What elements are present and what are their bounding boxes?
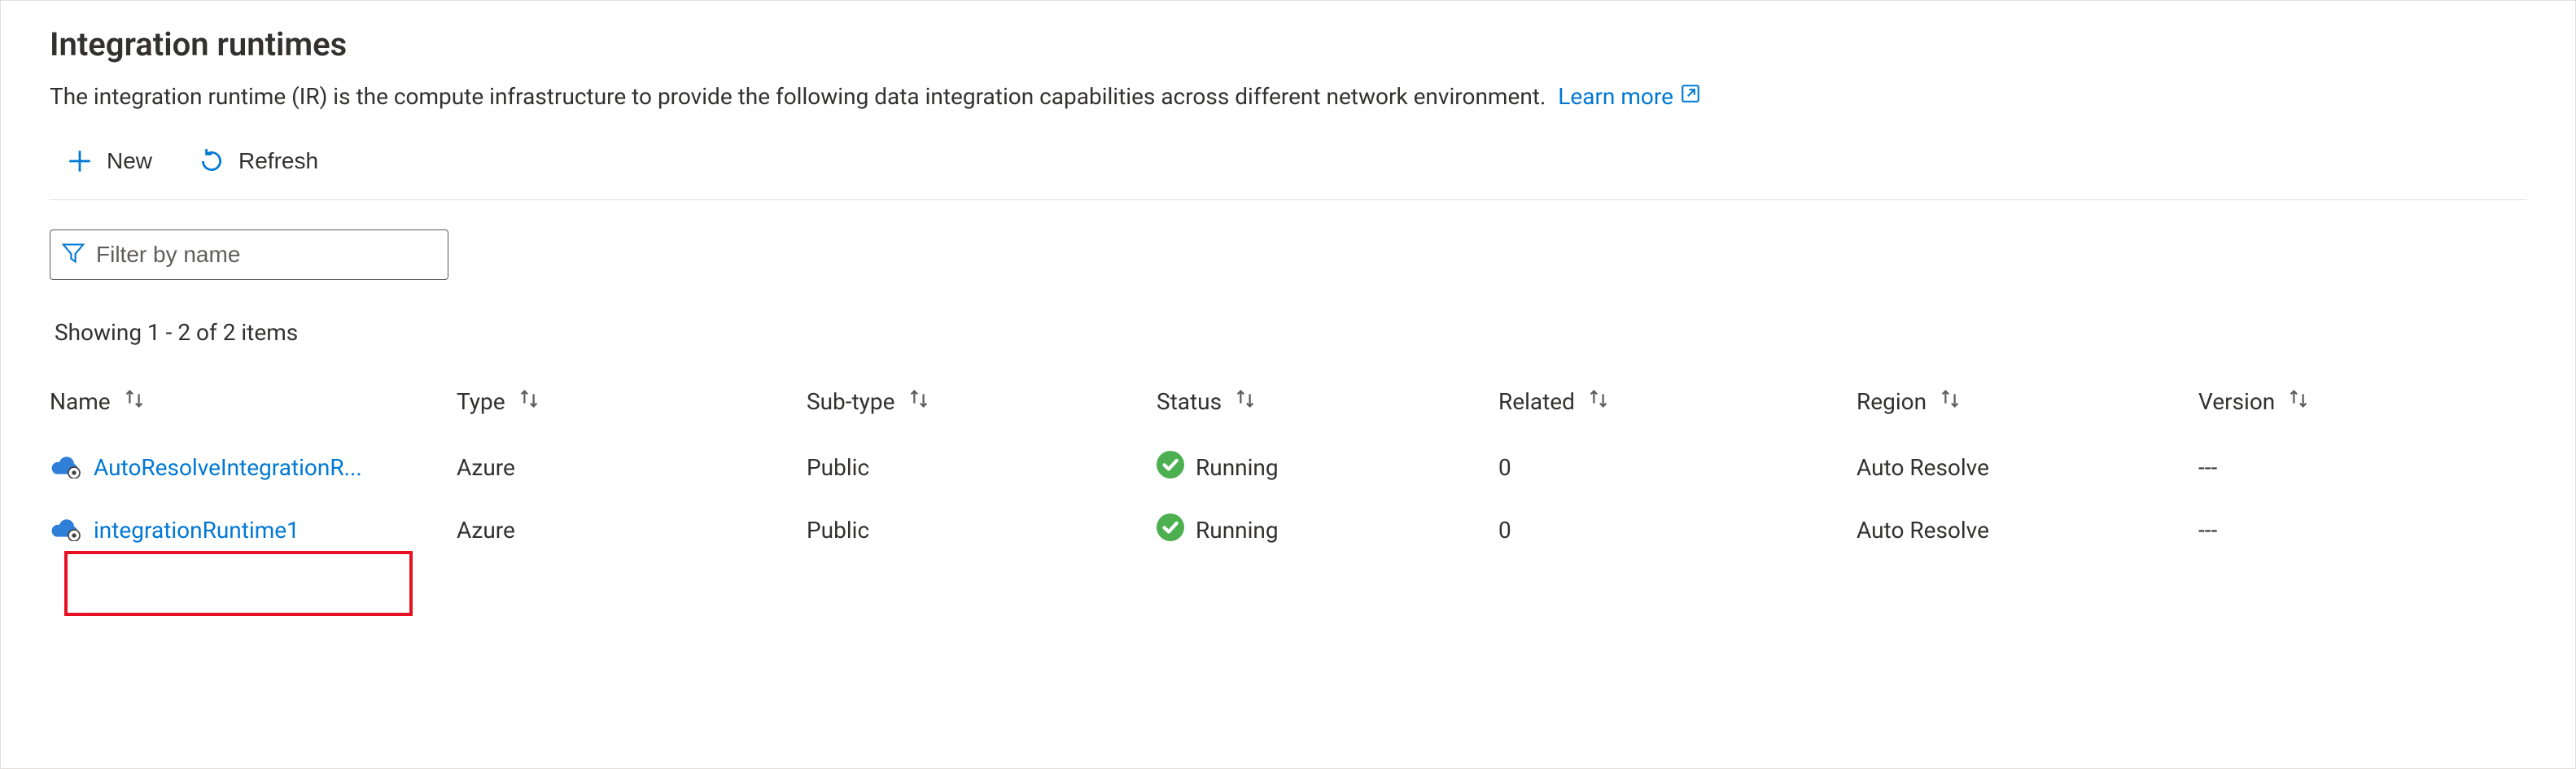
cell-type: Azure	[457, 517, 807, 544]
runtime-name-link[interactable]: integrationRuntime1	[94, 517, 300, 544]
sort-icon	[122, 387, 147, 417]
col-version-label: Version	[2198, 388, 2275, 415]
toolbar: New Refresh	[50, 142, 2526, 200]
col-region[interactable]: Region	[1857, 387, 2198, 417]
sort-icon	[517, 387, 541, 417]
cell-status: Running	[1157, 513, 1498, 547]
col-type-label: Type	[457, 388, 505, 415]
cloud-runtime-icon	[50, 451, 82, 484]
page-title: Integration runtimes	[50, 25, 2526, 63]
sort-icon	[1938, 387, 1962, 417]
col-status[interactable]: Status	[1157, 387, 1498, 417]
col-version[interactable]: Version	[2198, 387, 2443, 417]
col-type[interactable]: Type	[457, 387, 807, 417]
cell-name: AutoResolveIntegrationR...	[50, 451, 457, 484]
filter-box[interactable]	[50, 229, 448, 280]
cell-status: Running	[1157, 451, 1498, 484]
filter-icon	[62, 242, 85, 268]
cell-subtype: Public	[807, 454, 1157, 481]
cell-type: Azure	[457, 454, 807, 481]
cell-version: ---	[2198, 517, 2443, 544]
showing-count: Showing 1 - 2 of 2 items	[50, 319, 2526, 346]
sort-icon	[2286, 387, 2311, 417]
cell-related: 0	[1498, 517, 1857, 544]
learn-more-label: Learn more	[1558, 83, 1673, 110]
status-ok-icon	[1157, 513, 1184, 547]
refresh-button[interactable]: Refresh	[195, 142, 321, 180]
cell-region: Auto Resolve	[1857, 517, 2198, 544]
col-status-label: Status	[1157, 388, 1222, 415]
new-button[interactable]: New	[63, 142, 155, 180]
runtime-name-link[interactable]: AutoResolveIntegrationR...	[94, 454, 362, 481]
sort-icon	[907, 387, 931, 417]
sort-icon	[1586, 387, 1611, 417]
col-subtype-label: Sub-type	[807, 388, 895, 415]
col-region-label: Region	[1857, 388, 1927, 415]
status-ok-icon	[1157, 451, 1184, 484]
page-description: The integration runtime (IR) is the comp…	[50, 83, 1546, 110]
cell-name: integrationRuntime1	[50, 513, 457, 547]
table-header: Name Type Sub-type	[50, 375, 2526, 436]
page-description-row: The integration runtime (IR) is the comp…	[50, 83, 2526, 110]
col-subtype[interactable]: Sub-type	[807, 387, 1157, 417]
plus-icon	[66, 147, 94, 175]
cell-region: Auto Resolve	[1857, 454, 2198, 481]
cell-subtype: Public	[807, 517, 1157, 544]
col-name[interactable]: Name	[50, 387, 457, 417]
table-row[interactable]: AutoResolveIntegrationR... Azure Public …	[50, 436, 2526, 499]
status-text: Running	[1196, 454, 1279, 481]
filter-input[interactable]	[94, 241, 436, 269]
col-related-label: Related	[1498, 388, 1575, 415]
col-name-label: Name	[50, 388, 111, 415]
new-button-label: New	[107, 148, 152, 174]
table-row[interactable]: integrationRuntime1 Azure Public Running…	[50, 499, 2526, 561]
runtimes-table: Name Type Sub-type	[50, 375, 2526, 561]
status-text: Running	[1196, 517, 1279, 544]
refresh-button-label: Refresh	[238, 148, 318, 174]
external-link-icon	[1680, 83, 1701, 110]
cell-version: ---	[2198, 454, 2443, 481]
integration-runtimes-page: Integration runtimes The integration run…	[0, 0, 2576, 769]
col-related[interactable]: Related	[1498, 387, 1857, 417]
refresh-icon	[198, 147, 225, 175]
cloud-runtime-icon	[50, 513, 82, 547]
learn-more-link[interactable]: Learn more	[1558, 83, 1701, 110]
sort-icon	[1233, 387, 1257, 417]
cell-related: 0	[1498, 454, 1857, 481]
